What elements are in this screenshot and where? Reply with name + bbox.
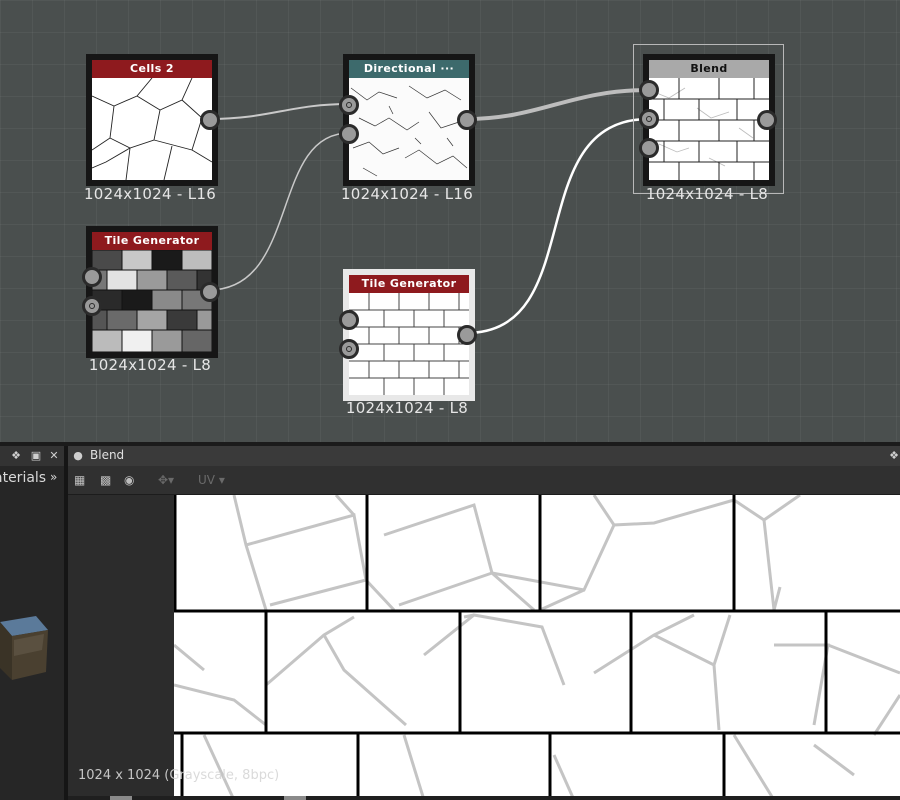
node-thumbnail — [349, 293, 469, 395]
node-title: Tile Generator — [349, 275, 469, 293]
viewer-toolbar: ▦ ▩ ◉ ✥▾ UV ▾ — [68, 466, 900, 495]
input-port-1[interactable] — [339, 310, 359, 330]
scrollbar-thumb[interactable] — [284, 796, 306, 800]
panel-titlebar: ❖ ▣ ✕ — [0, 446, 64, 466]
node-graph[interactable]: Cells 2 1024x1024 - L16 Directional ··· — [0, 0, 900, 442]
scrollbar-thumb[interactable] — [110, 796, 132, 800]
node-thumbnail — [92, 78, 212, 180]
input-port-2[interactable] — [339, 124, 359, 144]
input-port-2[interactable] — [639, 109, 659, 129]
output-port[interactable] — [200, 110, 220, 130]
image-info: 1024 x 1024 (Grayscale, 8bpc) — [78, 768, 280, 783]
node-blend[interactable]: Blend — [639, 54, 777, 186]
input-port-1[interactable] — [339, 95, 359, 115]
texture-preview[interactable] — [174, 495, 900, 800]
node-resolution: 1024x1024 - L16 — [340, 185, 474, 203]
node-title: Cells 2 — [92, 60, 212, 78]
library-panel: ❖ ▣ ✕ aterials » — [0, 446, 64, 800]
output-port[interactable] — [457, 110, 477, 130]
input-port-2[interactable] — [339, 339, 359, 359]
node-thumbnail — [649, 78, 769, 180]
wire-tilegen-to-directional — [208, 132, 350, 291]
output-port[interactable] — [200, 282, 220, 302]
double-chevron-right-icon[interactable]: » — [50, 470, 57, 484]
horizontal-scrollbar[interactable] — [68, 796, 900, 800]
input-port-3[interactable] — [639, 138, 659, 158]
float-window-icon[interactable]: ▣ — [28, 448, 44, 464]
panel-title: Blend — [90, 448, 125, 462]
input-port-2[interactable] — [82, 296, 102, 316]
node-title: Tile Generator — [92, 232, 212, 250]
input-port-1[interactable] — [82, 267, 102, 287]
output-port[interactable] — [757, 110, 777, 130]
close-icon[interactable]: ✕ — [46, 448, 62, 464]
output-port[interactable] — [457, 325, 477, 345]
node-resolution: 1024x1024 - L8 — [645, 185, 769, 203]
blend-texture — [174, 495, 900, 800]
node-tile-generator-1[interactable]: Tile Generator — [82, 226, 220, 358]
node-title: Blend — [649, 60, 769, 78]
node-thumbnail — [92, 250, 212, 352]
tiling-icon[interactable]: ✥▾ — [158, 472, 174, 488]
2d-view-panel: ● Blend ❖ ▦ ▩ ◉ ✥▾ UV ▾ 1024 x 1024 (Gra… — [68, 446, 900, 800]
material-preview-cube — [0, 616, 48, 680]
node-title: Directional ··· — [349, 60, 469, 78]
node-resolution: 1024x1024 - L16 — [83, 185, 217, 203]
panel-titlebar: ● Blend ❖ — [68, 446, 900, 466]
2d-view-icon: ● — [73, 449, 83, 462]
channels-icon[interactable]: ▦ — [74, 472, 85, 488]
node-resolution: 1024x1024 - L8 — [345, 399, 469, 417]
node-thumbnail — [349, 78, 469, 180]
materials-tab-label[interactable]: aterials — [0, 470, 46, 486]
node-directional[interactable]: Directional ··· — [339, 54, 477, 186]
pin-icon[interactable]: ❖ — [886, 448, 900, 464]
uv-label: UV — [198, 473, 215, 487]
node-cells-2[interactable]: Cells 2 — [86, 54, 220, 186]
uv-dropdown[interactable]: UV ▾ — [198, 472, 225, 488]
wire-tilegen2-to-blend — [465, 117, 650, 335]
save-image-icon[interactable]: ▩ — [100, 472, 111, 488]
node-tile-generator-2[interactable]: Tile Generator — [339, 269, 477, 401]
pin-icon[interactable]: ❖ — [8, 448, 24, 464]
wire-cells-to-directional — [208, 103, 350, 120]
camera-icon[interactable]: ◉ — [124, 472, 134, 488]
node-resolution: 1024x1024 - L8 — [88, 356, 212, 374]
wire-directional-to-blend — [465, 88, 650, 121]
input-port-1[interactable] — [639, 80, 659, 100]
